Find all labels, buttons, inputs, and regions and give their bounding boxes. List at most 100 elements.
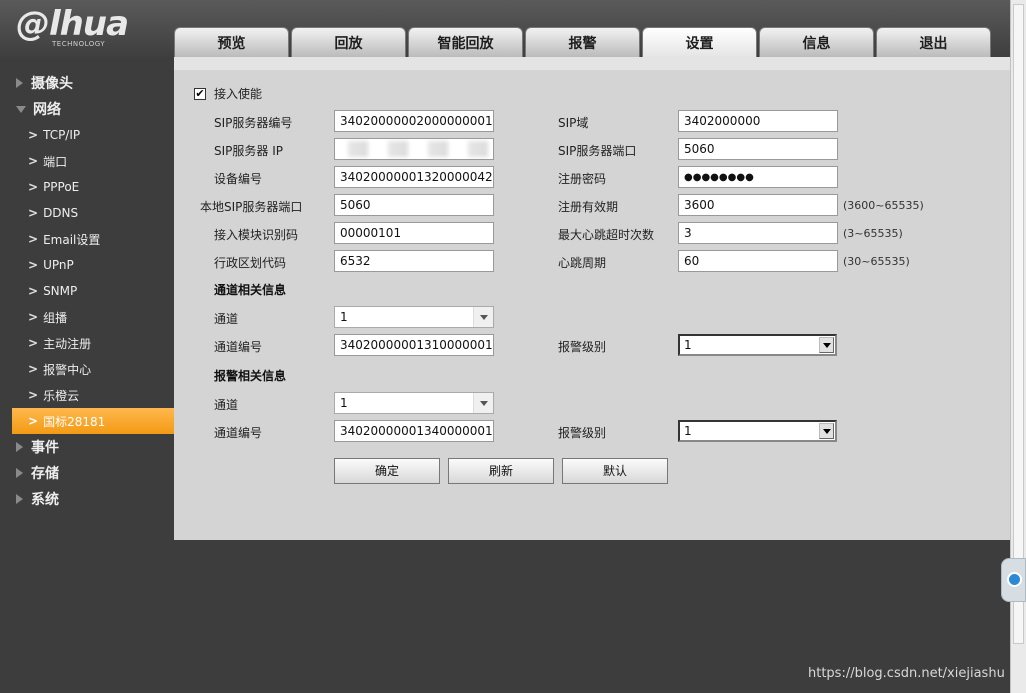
scrollbar-thumb[interactable] xyxy=(1013,4,1024,644)
sidebar-item-camera[interactable]: 摄像头 xyxy=(12,70,174,96)
enable-row: ✔ 接入使能 xyxy=(194,85,262,102)
alarm-alarm-level-value: 1 xyxy=(684,424,692,438)
sidebar-item-label: UPnP xyxy=(43,258,74,272)
watermark-text: https://blog.csdn.net/xiejiashu xyxy=(808,666,1005,681)
module-id-input[interactable]: 00000101 xyxy=(334,222,494,244)
alarm-channel-id-input[interactable]: 34020000001340000001 xyxy=(334,420,494,442)
heartbeat-timeout-input[interactable]: 3 xyxy=(678,222,838,244)
tab-preview[interactable]: 预览 xyxy=(174,27,289,58)
floating-helper-widget[interactable] xyxy=(1001,558,1026,602)
channel-id-input[interactable]: 34020000001310000001 xyxy=(334,334,494,356)
chevron-right-icon: > xyxy=(28,414,39,428)
channel-label: 通道 xyxy=(214,312,239,326)
local-sip-port-label: 本地SIP服务器端口 xyxy=(200,200,303,214)
alarm-channel-select-value: 1 xyxy=(340,396,348,410)
chevron-right-icon: > xyxy=(28,362,39,376)
sidebar-item-auto-register[interactable]: > 主动注册 xyxy=(12,330,174,356)
heartbeat-period-range: (30~65535) xyxy=(843,255,910,268)
region-code-label: 行政区划代码 xyxy=(214,256,287,270)
channel-alarm-level-label: 报警级别 xyxy=(558,340,607,354)
local-sip-port-input[interactable]: 5060 xyxy=(334,194,494,216)
tab-smart-playback[interactable]: 智能回放 xyxy=(408,27,523,58)
sidebar-item-label: 系统 xyxy=(31,492,59,508)
dropdown-arrow-icon[interactable] xyxy=(473,307,493,327)
sidebar-item-label: 存储 xyxy=(31,466,59,482)
sidebar-item-lechange-cloud[interactable]: > 乐橙云 xyxy=(12,382,174,408)
sidebar-item-event[interactable]: 事件 xyxy=(12,434,174,460)
default-button[interactable]: 默认 xyxy=(562,458,668,484)
heartbeat-timeout-label: 最大心跳超时次数 xyxy=(558,228,655,242)
sidebar-item-ddns[interactable]: > DDNS xyxy=(12,200,174,226)
reg-password-input[interactable]: ●●●●●●●● xyxy=(678,166,838,188)
sidebar-item-gb28181[interactable]: > 国标28181 xyxy=(12,408,174,434)
refresh-button[interactable]: 刷新 xyxy=(448,458,554,484)
sidebar-item-storage[interactable]: 存储 xyxy=(12,460,174,486)
collapse-arrow-icon xyxy=(16,105,26,113)
redacted-ip xyxy=(338,141,490,157)
sidebar-item-label: DDNS xyxy=(43,206,79,220)
enable-checkbox[interactable]: ✔ xyxy=(194,87,206,100)
chevron-right-icon: > xyxy=(28,154,39,168)
channel-select[interactable]: 1 xyxy=(334,306,494,328)
sip-server-id-label: SIP服务器编号 xyxy=(214,116,293,130)
dropdown-arrow-icon[interactable] xyxy=(819,337,834,353)
sip-domain-input[interactable]: 3402000000 xyxy=(678,110,838,132)
sidebar: 摄像头 网络 > TCP/IP > 端口 > PPPoE > DDNS > Email设置… xyxy=(12,70,174,512)
dropdown-arrow-icon[interactable] xyxy=(473,393,493,413)
sidebar-item-tcpip[interactable]: > TCP/IP xyxy=(12,122,174,148)
device-id-input[interactable]: 34020000001320000042 xyxy=(334,166,494,188)
heartbeat-period-input[interactable]: 60 xyxy=(678,250,838,272)
sip-server-id-input[interactable]: 34020000002000000001 xyxy=(334,110,494,132)
region-code-input[interactable]: 6532 xyxy=(334,250,494,272)
sidebar-item-multicast[interactable]: > 组播 xyxy=(12,304,174,330)
module-id-label: 接入模块识别码 xyxy=(214,228,299,242)
sidebar-item-alarm-center[interactable]: > 报警中心 xyxy=(12,356,174,382)
channel-id-label: 通道编号 xyxy=(214,340,263,354)
chevron-right-icon: > xyxy=(28,388,39,402)
reg-password-label: 注册密码 xyxy=(558,172,607,186)
sidebar-item-label: 事件 xyxy=(31,440,59,456)
reg-valid-input[interactable]: 3600 xyxy=(678,194,838,216)
sidebar-item-label: Email设置 xyxy=(43,232,101,247)
alarm-alarm-level-label: 报警级别 xyxy=(558,426,607,440)
dropdown-arrow-icon[interactable] xyxy=(819,423,834,439)
tab-info[interactable]: 信息 xyxy=(759,27,874,58)
main-tabs: 预览 回放 智能回放 报警 设置 信息 退出 xyxy=(174,27,993,58)
gb28181-settings-panel: ✔ 接入使能 SIP服务器编号 34020000002000000001 SIP… xyxy=(174,70,1010,540)
chevron-right-icon: > xyxy=(28,336,39,350)
sidebar-item-label: 组播 xyxy=(43,310,68,325)
heartbeat-timeout-range: (3~65535) xyxy=(843,227,903,240)
sidebar-item-label: 端口 xyxy=(43,154,68,169)
reg-valid-label: 注册有效期 xyxy=(558,200,619,214)
sidebar-item-label: 报警中心 xyxy=(43,362,92,377)
alarm-alarm-level-select[interactable]: 1 xyxy=(678,420,837,442)
chevron-right-icon: > xyxy=(28,206,39,220)
tab-settings[interactable]: 设置 xyxy=(642,27,757,58)
alarm-channel-label: 通道 xyxy=(214,398,239,412)
sidebar-item-upnp[interactable]: > UPnP xyxy=(12,252,174,278)
sip-server-ip-input[interactable] xyxy=(334,138,494,160)
channel-alarm-level-value: 1 xyxy=(684,338,692,352)
sidebar-item-network[interactable]: 网络 xyxy=(12,96,174,122)
sidebar-item-label: TCP/IP xyxy=(43,128,81,142)
sidebar-item-pppoe[interactable]: > PPPoE xyxy=(12,174,174,200)
chevron-right-icon: > xyxy=(28,258,39,272)
alarm-channel-select[interactable]: 1 xyxy=(334,392,494,414)
sidebar-item-label: 网络 xyxy=(33,102,61,118)
sidebar-item-snmp[interactable]: > SNMP xyxy=(12,278,174,304)
tab-alarm[interactable]: 报警 xyxy=(525,27,640,58)
sidebar-item-port[interactable]: > 端口 xyxy=(12,148,174,174)
channel-alarm-level-select[interactable]: 1 xyxy=(678,334,837,356)
sidebar-item-email[interactable]: > Email设置 xyxy=(12,226,174,252)
tab-logout[interactable]: 退出 xyxy=(876,27,991,58)
helper-icon xyxy=(1007,572,1022,587)
expand-arrow-icon xyxy=(16,494,23,504)
sip-server-ip-label: SIP服务器 IP xyxy=(214,144,283,158)
sidebar-item-system[interactable]: 系统 xyxy=(12,486,174,512)
sidebar-item-label: 乐橙云 xyxy=(43,388,80,403)
ok-button[interactable]: 确定 xyxy=(334,458,440,484)
tab-playback[interactable]: 回放 xyxy=(291,27,406,58)
sip-server-port-input[interactable]: 5060 xyxy=(678,138,838,160)
expand-arrow-icon xyxy=(16,468,23,478)
dahua-logo: @lhua TECHNOLOGY xyxy=(16,6,146,50)
